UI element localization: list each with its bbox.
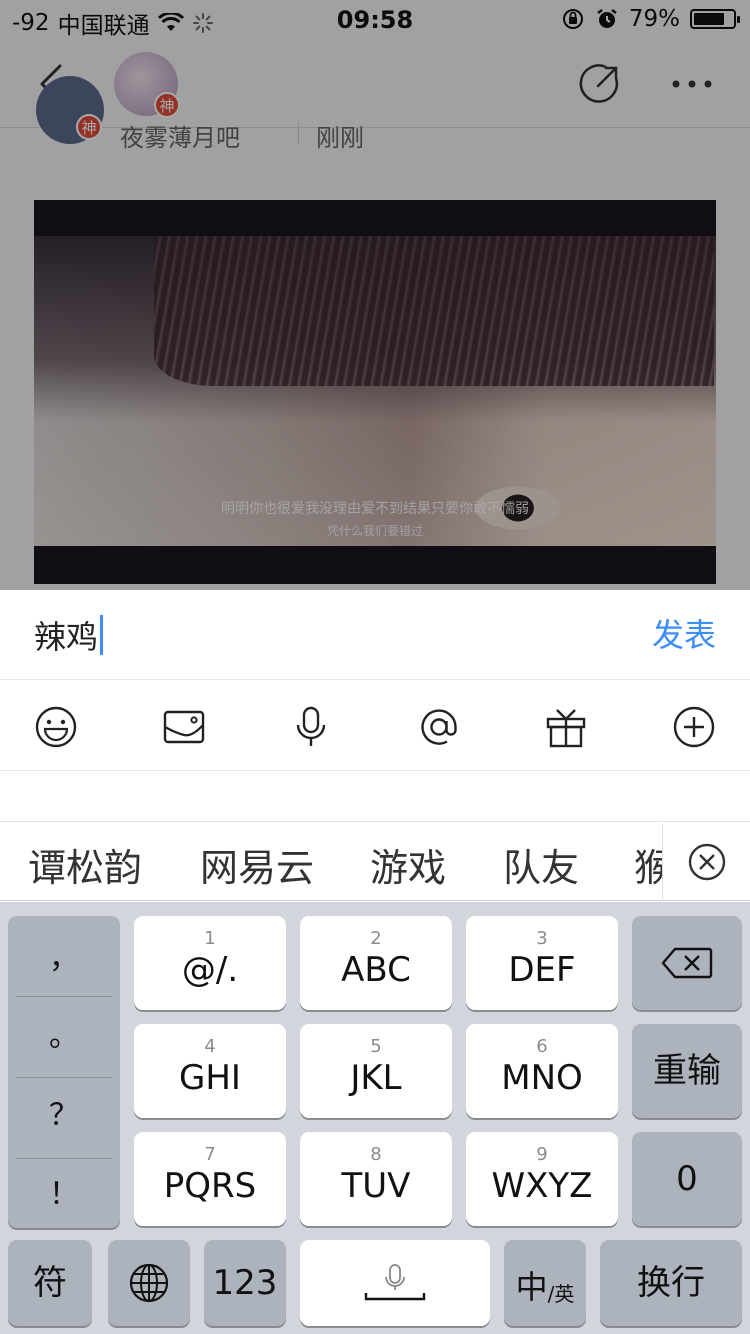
candidate-word[interactable]: 网易云 [200, 837, 314, 892]
key-number: 6 [536, 1036, 548, 1057]
gift-icon[interactable] [544, 705, 588, 749]
emoji-icon[interactable] [34, 705, 78, 749]
candidate-close-button[interactable] [662, 823, 750, 901]
comment-input[interactable]: 辣鸡 [34, 612, 104, 658]
close-circle-icon [688, 843, 726, 881]
punct-key-period[interactable]: 。 [8, 994, 120, 1072]
key-label: MNO [501, 1058, 583, 1098]
key-label: @/. [181, 950, 239, 990]
key-number: 1 [204, 928, 216, 949]
punctuation-column: ， 。 ？ ！ [8, 916, 120, 1228]
key-label: 重输 [653, 1051, 721, 1091]
lang-sub-label: /英 [547, 1282, 575, 1306]
comment-input-text: 辣鸡 [34, 618, 99, 656]
composer-toolbar [0, 681, 750, 771]
candidate-word[interactable]: 猴 [634, 837, 662, 892]
candidate-word[interactable]: 队友 [503, 837, 579, 892]
symbol-key[interactable]: 符 [8, 1240, 92, 1326]
numbers-key[interactable]: 123 [204, 1240, 286, 1326]
retype-key[interactable]: 重输 [632, 1024, 742, 1118]
key-label: TUV [341, 1166, 411, 1206]
key-2[interactable]: 2 ABC [300, 916, 452, 1010]
key-label: 0 [676, 1159, 698, 1199]
punct-key-exclamation[interactable]: ！ [8, 1152, 120, 1230]
key-label: PQRS [163, 1166, 257, 1206]
ime-candidate-bar: 谭松韵 网易云 游戏 队友 猴 [0, 823, 750, 901]
globe-key[interactable] [108, 1240, 190, 1326]
key-number: 5 [370, 1036, 382, 1057]
key-number: 7 [204, 1144, 216, 1165]
microphone-icon[interactable] [289, 705, 333, 749]
ime-keyboard: ， 。 ？ ！ 1 @/. 2 ABC 3 DEF 4 GHI 5 JKL 6 … [0, 902, 750, 1334]
key-4[interactable]: 4 GHI [134, 1024, 286, 1118]
key-label: 符 [33, 1263, 67, 1303]
key-number: 3 [536, 928, 548, 949]
key-label: WXYZ [491, 1166, 593, 1206]
image-icon[interactable] [162, 705, 206, 749]
key-8[interactable]: 8 TUV [300, 1132, 452, 1226]
key-0[interactable]: 0 [632, 1132, 742, 1226]
key-1[interactable]: 1 @/. [134, 916, 286, 1010]
publish-button[interactable]: 发表 [652, 610, 716, 656]
key-number: 9 [536, 1144, 548, 1165]
key-label: GHI [179, 1058, 241, 1098]
key-5[interactable]: 5 JKL [300, 1024, 452, 1118]
language-switch-key[interactable]: 中 /英 [504, 1240, 586, 1326]
dim-overlay[interactable] [0, 0, 750, 590]
key-number: 4 [204, 1036, 216, 1057]
composer-spacer [0, 772, 750, 822]
voice-space-icon [364, 1264, 426, 1301]
background-post-page: -92 中国联通 09:58 79% 神 神 夜雾薄月吧 刚刚 明明你也很爱我没… [0, 0, 750, 590]
key-number: 2 [370, 928, 382, 949]
candidate-word[interactable]: 谭松韵 [28, 837, 142, 892]
punct-key-question[interactable]: ？ [8, 1073, 120, 1151]
key-7[interactable]: 7 PQRS [134, 1132, 286, 1226]
candidate-list: 谭松韵 网易云 游戏 队友 猴 [0, 823, 662, 901]
text-caret [100, 615, 104, 655]
key-label: JKL [350, 1058, 402, 1098]
key-label: ABC [341, 950, 411, 990]
key-3[interactable]: 3 DEF [466, 916, 618, 1010]
return-key[interactable]: 换行 [600, 1240, 742, 1326]
key-6[interactable]: 6 MNO [466, 1024, 618, 1118]
key-label: 换行 [637, 1263, 705, 1303]
space-key[interactable] [300, 1240, 490, 1326]
key-label: 123 [212, 1263, 278, 1303]
key-label: DEF [508, 950, 576, 990]
key-number: 8 [370, 1144, 382, 1165]
key-9[interactable]: 9 WXYZ [466, 1132, 618, 1226]
plus-icon[interactable] [672, 705, 716, 749]
punct-key-comma[interactable]: ， [8, 916, 120, 994]
globe-icon [129, 1263, 169, 1303]
backspace-key[interactable] [632, 916, 742, 1010]
at-icon[interactable] [417, 705, 461, 749]
comment-composer: 辣鸡 发表 [0, 590, 750, 680]
candidate-word[interactable]: 游戏 [370, 837, 446, 892]
backspace-icon [661, 947, 713, 979]
lang-main-label: 中 [515, 1268, 548, 1306]
